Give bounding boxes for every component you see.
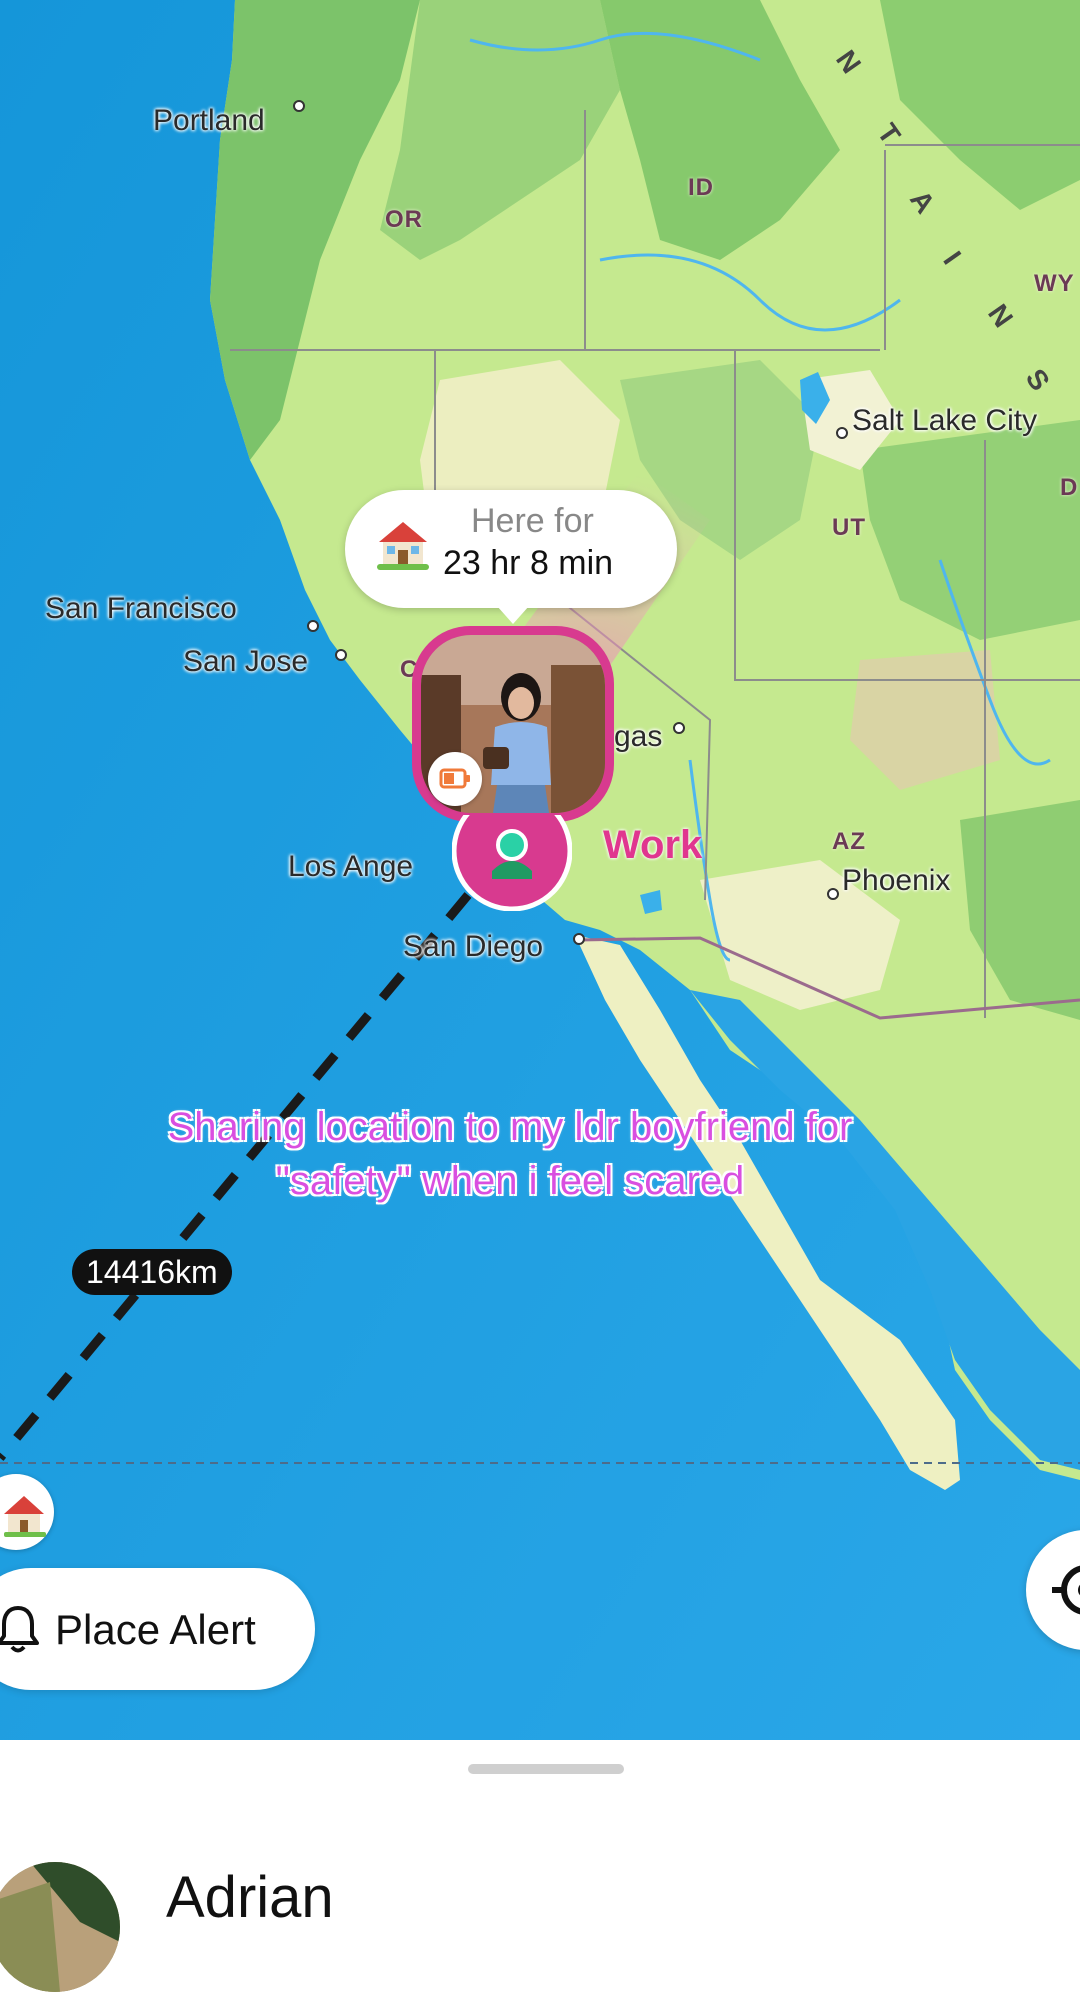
friend-avatar[interactable] — [0, 1862, 120, 1992]
place-label-work: Work — [603, 823, 703, 867]
caption-line-1: Sharing location to my ldr boyfriend for — [167, 1105, 853, 1149]
city-dot — [573, 933, 585, 945]
city-label-san-jose: San Jose — [183, 645, 309, 678]
state-label-az: AZ — [832, 828, 866, 855]
city-label-san-diego: San Diego — [403, 930, 544, 963]
city-label-salt-lake-city: Salt Lake City — [852, 404, 1038, 437]
city-dot — [293, 100, 305, 112]
caption-overlay: Sharing location to my ldr boyfriend for… — [100, 1100, 920, 1208]
state-label-id: ID — [688, 174, 714, 201]
home-marker[interactable] — [0, 1474, 54, 1550]
city-label-portland: Portland — [153, 104, 265, 137]
city-label-phoenix: Phoenix — [842, 864, 951, 897]
bell-icon — [0, 1606, 39, 1653]
house-icon — [4, 1496, 46, 1537]
friend-name: Adrian — [166, 1865, 334, 1930]
house-icon — [377, 522, 429, 570]
distance-badge: 14416km — [72, 1249, 232, 1295]
city-dot — [836, 427, 848, 439]
city-dot — [827, 888, 839, 900]
place-alert-label: Place Alert — [55, 1606, 256, 1653]
status-popup[interactable]: Here for 23 hr 8 min — [345, 490, 677, 624]
crosshair-icon — [1052, 1565, 1080, 1615]
city-label-san-francisco: San Francisco — [45, 592, 237, 625]
locate-me-button[interactable] — [1026, 1530, 1080, 1650]
sheet-drag-handle[interactable] — [468, 1764, 624, 1774]
map-view[interactable]: OR ID UT AZ WY C D N T A I N S Portland … — [0, 0, 1080, 1740]
state-label-ut: UT — [832, 514, 866, 541]
city-dot — [335, 649, 347, 661]
battery-low-icon — [428, 752, 482, 806]
popup-label: Here for — [471, 502, 594, 540]
bottom-sheet[interactable]: Adrian — [0, 1740, 1080, 1992]
city-label-los-angeles: Los Ange — [288, 850, 414, 883]
caption-line-2: "safety" when i feel scared — [275, 1159, 745, 1203]
city-dot — [307, 620, 319, 632]
popup-duration: 23 hr 8 min — [443, 544, 614, 582]
state-label-wy: WY — [1034, 270, 1075, 297]
city-label-las-vegas: gas — [614, 720, 663, 753]
state-label-d: D — [1060, 474, 1079, 501]
state-label-or: OR — [385, 206, 423, 233]
work-place-pin[interactable] — [452, 815, 572, 911]
city-dot — [673, 722, 685, 734]
place-alert-button[interactable]: Place Alert — [0, 1568, 315, 1690]
